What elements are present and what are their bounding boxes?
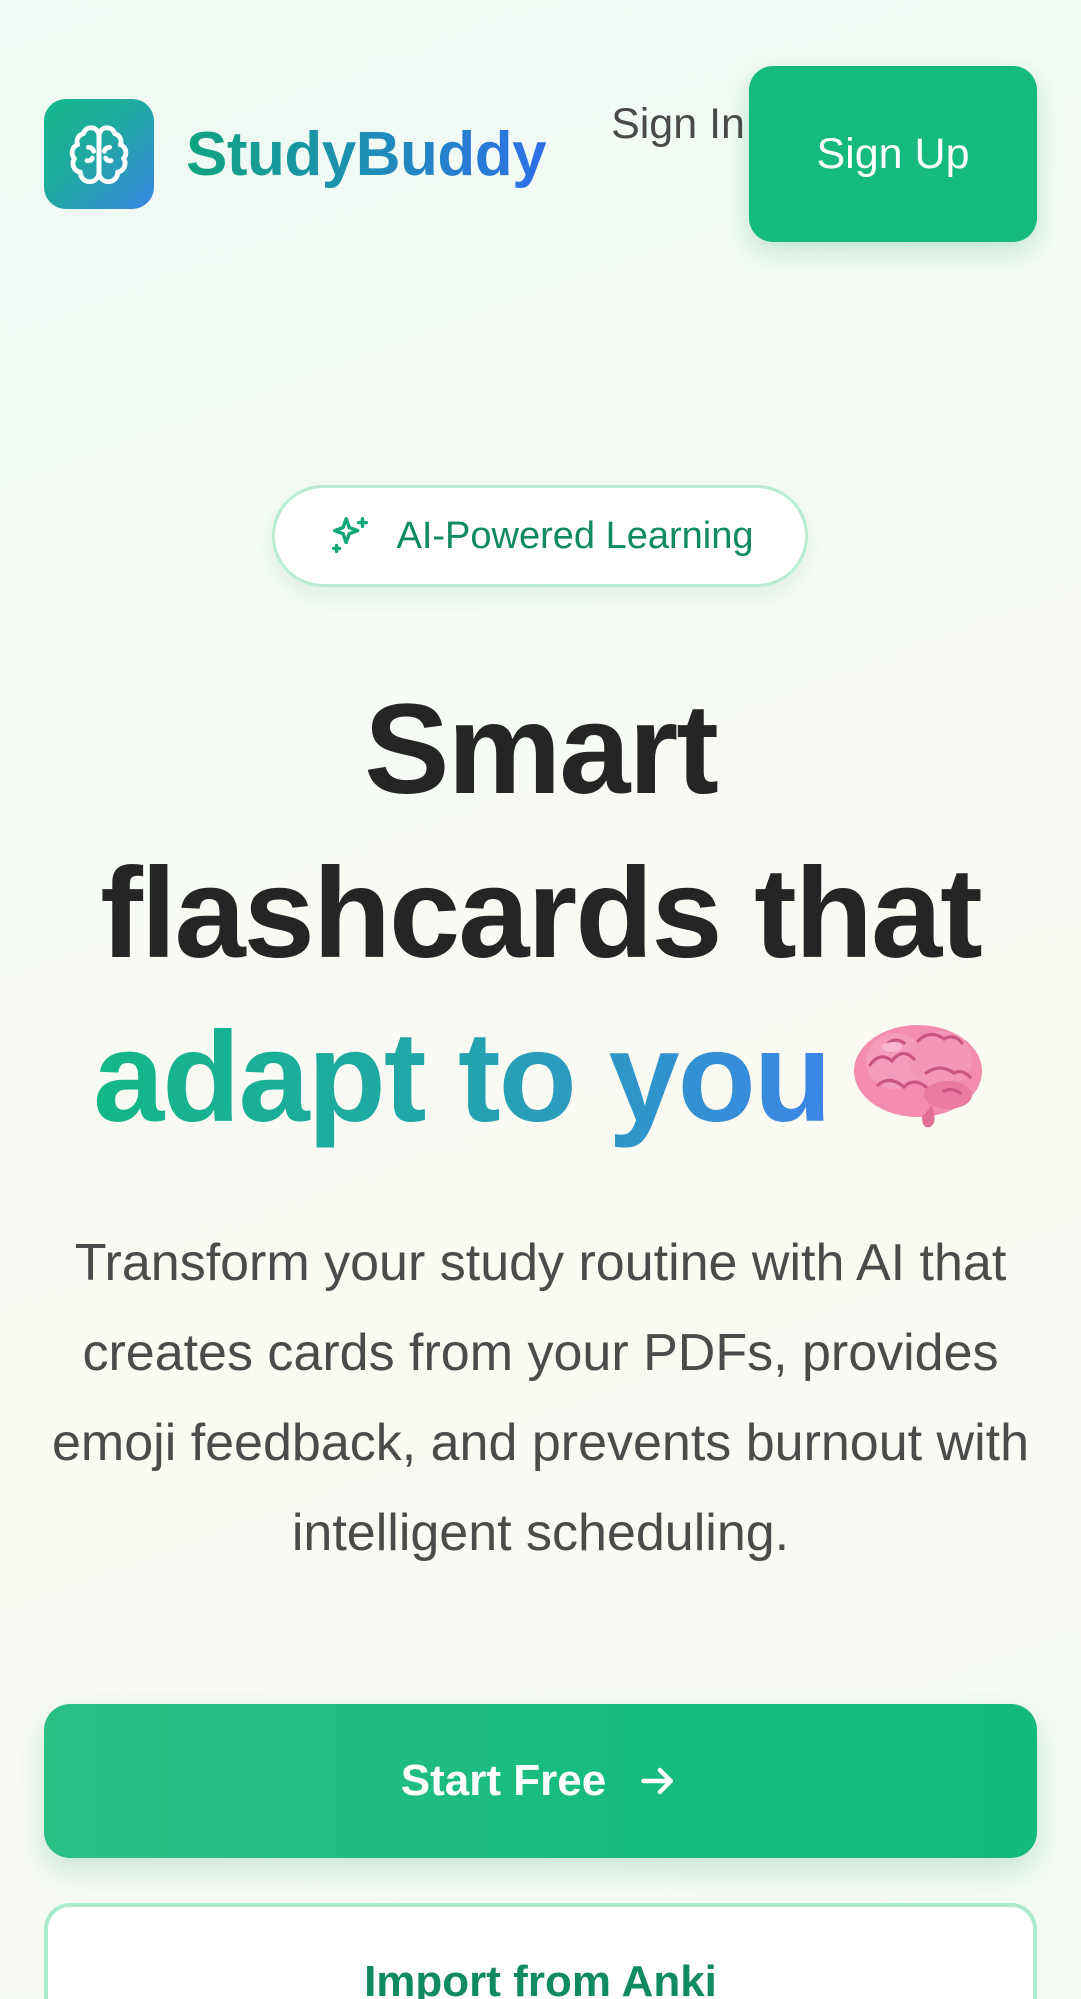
hero-description: Transform your study routine with AI tha… [51,1234,1030,1562]
headline-line-3: adapt to you [0,996,1081,1160]
sign-in-link[interactable]: Sign In [584,91,772,157]
start-free-button[interactable]: Start Free [44,1704,1037,1858]
import-from-anki-label: Import from Anki [364,1957,717,1999]
headline-highlight: adapt to you [93,1006,832,1149]
arrow-right-icon [641,1767,674,1795]
headline-line-1: Smart [364,678,719,821]
import-from-anki-button[interactable]: Import from Anki [44,1903,1037,1999]
brain-icon [69,125,129,185]
ai-powered-badge: AI-Powered Learning [272,485,808,587]
top-navigation: StudyBuddy Sign In Sign Up [44,66,1037,242]
brain-emoji-icon [853,1025,982,1128]
sparkles-icon [331,517,368,554]
badge-label: AI-Powered Learning [396,514,754,557]
headline-line-2: flashcards that [100,842,983,985]
start-free-label: Start Free [400,1756,607,1805]
logo-badge [44,99,154,209]
hero-headline: Smart flashcards that adapt to you [0,668,1081,1160]
sign-up-button[interactable]: Sign Up [749,66,1037,242]
brand-name: StudyBuddy [186,119,547,189]
logo[interactable]: StudyBuddy [44,99,547,209]
